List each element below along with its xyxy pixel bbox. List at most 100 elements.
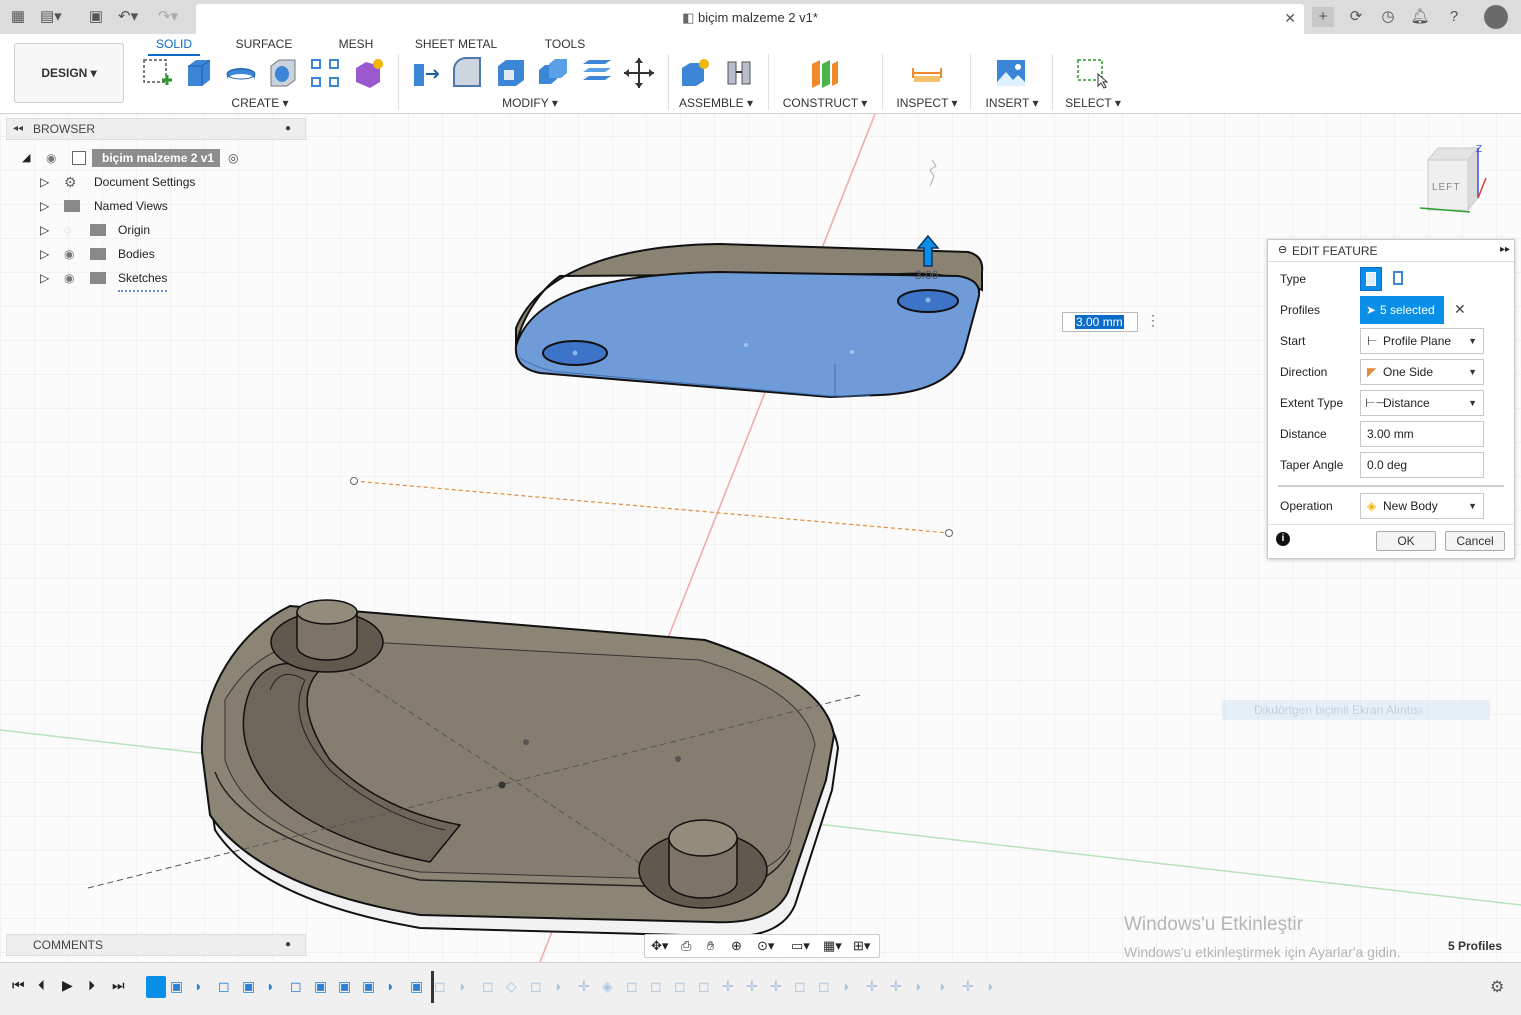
distance-input-value[interactable]: 3.00 mm (1075, 315, 1124, 329)
timeline-feature-icon[interactable]: ▣ (242, 978, 255, 995)
expand-dialog-icon[interactable]: ▸▸ (1500, 244, 1510, 255)
browser-item-named-views[interactable]: ▷ Named Views (40, 194, 260, 218)
timeline-feature-icon[interactable]: ✛ (962, 978, 974, 995)
timeline-feature-icon[interactable]: ▣ (314, 978, 327, 995)
timeline-feature-icon[interactable]: ◗ (458, 978, 466, 994)
fillet-icon[interactable] (450, 56, 484, 90)
timeline-feature-icon[interactable]: ◻ (818, 978, 830, 995)
distance-field[interactable]: 3.00 mm (1360, 421, 1484, 447)
offset-plane-icon[interactable] (808, 56, 842, 90)
visibility-icon[interactable]: ◉ (64, 266, 74, 290)
activate-icon[interactable]: ◎ (228, 146, 238, 170)
revolve-icon[interactable] (224, 56, 258, 90)
hidden-eye-icon[interactable]: ◌ (64, 218, 71, 242)
undo-icon[interactable]: ↶▾ (118, 7, 138, 27)
select-window-icon[interactable] (1074, 56, 1108, 90)
document-tab[interactable]: ◧ biçim malzeme 2 v1* ✕ (196, 4, 1304, 34)
tab-surface[interactable]: SURFACE (228, 37, 300, 53)
visibility-icon[interactable]: ◉ (64, 242, 74, 266)
display-settings-icon[interactable]: ▭▾ (791, 938, 810, 954)
clear-selection-icon[interactable]: ✕ (1454, 301, 1466, 318)
timeline-feature-icon[interactable]: ◈ (602, 978, 613, 995)
app-grid-icon[interactable]: ▦ (8, 7, 28, 27)
start-select[interactable]: ⊢ Profile Plane ▼ (1360, 328, 1484, 354)
timeline-feature-icon[interactable]: ▣ (338, 978, 351, 995)
type-thin-icon[interactable] (1388, 267, 1410, 291)
root-label[interactable]: biçim malzeme 2 v1 (92, 149, 220, 167)
timeline-feature-icon[interactable]: ✛ (890, 978, 902, 995)
info-icon[interactable]: i (1276, 532, 1290, 546)
browser-item-bodies[interactable]: ▷ ◉ Bodies (40, 242, 260, 266)
expand-triangle-icon[interactable]: ▷ (40, 242, 49, 266)
expand-triangle-icon[interactable]: ▷ (40, 218, 49, 242)
timeline-feature-icon[interactable]: ✛ (722, 978, 734, 995)
timeline-feature-icon[interactable]: ✛ (770, 978, 782, 995)
comments-panel-header[interactable]: COMMENTS ● (6, 934, 306, 956)
go-to-end-icon[interactable]: ⏭ (112, 977, 125, 994)
zoom-icon[interactable]: ⊕ (731, 938, 742, 954)
go-to-start-icon[interactable]: ⏮ (12, 977, 25, 994)
type-solid-icon[interactable] (1360, 267, 1382, 291)
timeline-feature-icon[interactable]: ◗ (266, 978, 274, 994)
notifications-icon[interactable]: 🔔︎ (1410, 7, 1430, 27)
view-cube-face[interactable]: LEFT (1432, 182, 1460, 193)
save-icon[interactable]: ▣ (86, 7, 106, 27)
distance-input-box[interactable]: 3.00 mm (1062, 312, 1138, 332)
expand-triangle-icon[interactable]: ▷ (40, 170, 49, 194)
timeline-feature-icon[interactable]: ✛ (866, 978, 878, 995)
create-menu[interactable]: CREATE ▾ (222, 96, 298, 110)
pan-icon[interactable]: ✋︎ (707, 938, 714, 954)
timeline-feature-icon[interactable]: ◗ (842, 978, 850, 994)
taper-angle-field[interactable]: 0.0 deg (1360, 452, 1484, 478)
grid-settings-icon[interactable]: ▦▾ (823, 938, 842, 954)
collapse-icon[interactable]: ◂◂ (13, 119, 23, 139)
dialog-collapse-icon[interactable]: ⊖ (1278, 243, 1287, 256)
visibility-icon[interactable]: ◉ (46, 146, 56, 170)
timeline-feature-icon[interactable]: ▣ (170, 978, 183, 995)
combine-icon[interactable] (536, 56, 570, 90)
insert-image-icon[interactable] (994, 56, 1028, 90)
tab-mesh[interactable]: MESH (330, 37, 382, 53)
modify-menu[interactable]: MODIFY ▾ (494, 96, 566, 110)
press-pull-icon[interactable] (408, 56, 442, 90)
step-forward-icon[interactable]: ⏵ (88, 977, 95, 994)
timeline-feature-icon[interactable]: ◻ (674, 978, 686, 995)
more-options-icon[interactable]: ⋮ (1146, 312, 1160, 329)
timeline-feature-icon[interactable]: ◻ (698, 978, 710, 995)
cancel-button[interactable]: Cancel (1445, 531, 1505, 551)
extensions-icon[interactable]: ⟳ (1346, 7, 1366, 27)
timeline-feature-icon[interactable]: ◻ (218, 978, 230, 995)
timeline-feature-icon[interactable]: ◻ (794, 978, 806, 995)
profiles-selection-button[interactable]: ➤ 5 selected (1360, 296, 1444, 324)
timeline-feature-icon[interactable]: ◻ (434, 978, 446, 995)
move-copy-icon[interactable] (622, 56, 656, 90)
timeline-feature-icon[interactable]: ◗ (386, 978, 394, 994)
extrude-icon[interactable] (182, 56, 216, 90)
browser-item-sketches[interactable]: ▷ ◉ Sketches (40, 266, 260, 292)
joint-icon[interactable] (722, 56, 756, 90)
dialog-header[interactable]: ⊖ EDIT FEATURE ▸▸ (1268, 240, 1514, 262)
tab-tools[interactable]: TOOLS (538, 37, 592, 53)
timeline-feature-icon[interactable]: ◗ (986, 978, 994, 994)
orbit-icon[interactable]: ✥▾ (651, 938, 668, 954)
design-workspace-button[interactable]: DESIGN ▾ (14, 43, 124, 103)
hole-icon[interactable] (266, 56, 300, 90)
expand-triangle-icon[interactable]: ▷ (40, 266, 49, 290)
collapse-triangle-icon[interactable]: ◢ (22, 146, 30, 170)
browser-item-origin[interactable]: ▷ ◌ Origin (40, 218, 260, 242)
redo-icon[interactable]: ↷▾ (158, 7, 178, 27)
insert-menu[interactable]: INSERT ▾ (982, 96, 1042, 110)
timeline-feature-icon[interactable]: ✛ (746, 978, 758, 995)
timeline-feature-icon[interactable]: ◻ (482, 978, 494, 995)
timeline-feature-icon[interactable]: ◗ (194, 978, 202, 994)
operation-select[interactable]: ◈ New Body ▼ (1360, 493, 1484, 519)
timeline-feature-icon[interactable]: ◻ (650, 978, 662, 995)
timeline-feature-icon[interactable]: ◻ (290, 978, 302, 995)
select-menu[interactable]: SELECT ▾ (1062, 96, 1124, 110)
timeline-feature-icon[interactable]: ◇ (506, 978, 517, 995)
timeline-feature-icon[interactable]: ✛ (578, 978, 590, 995)
pin-icon[interactable]: ● (285, 119, 291, 139)
timeline-feature-icon[interactable]: ▣ (410, 978, 423, 995)
direction-select[interactable]: ◤ One Side ▼ (1360, 359, 1484, 385)
ok-button[interactable]: OK (1376, 531, 1436, 551)
